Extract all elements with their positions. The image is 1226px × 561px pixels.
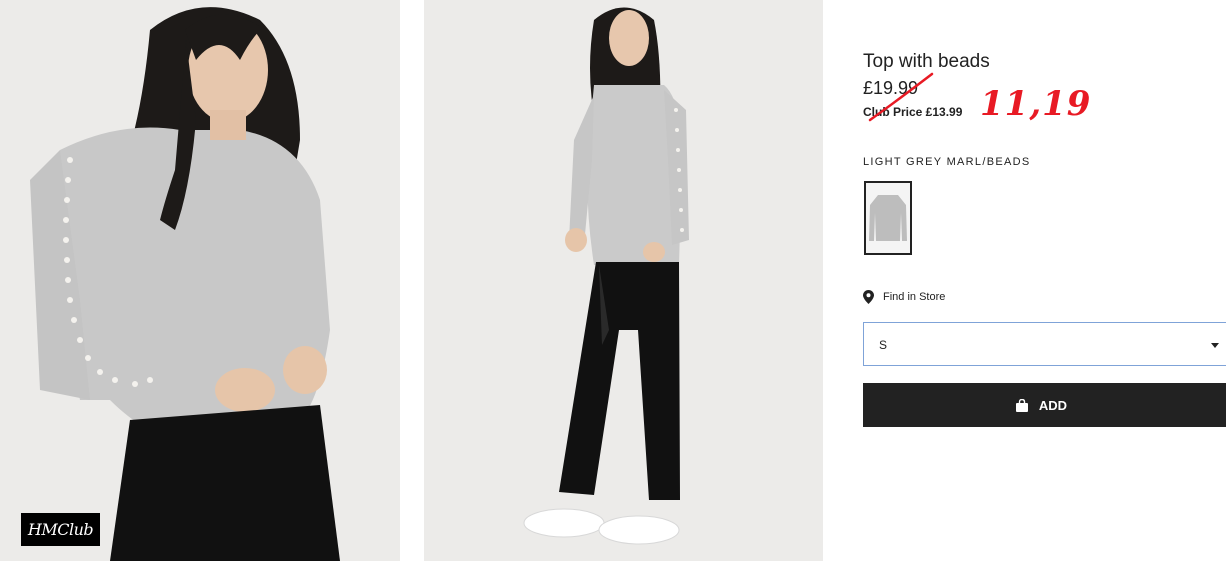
product-image-fullbody[interactable] xyxy=(424,0,823,561)
product-image-front[interactable]: HMClub xyxy=(0,0,400,561)
product-price: £19.99 xyxy=(863,78,919,98)
club-price: Club Price £13.99 xyxy=(863,105,963,119)
add-button-label: ADD xyxy=(1038,397,1068,413)
product-title: Top with beads xyxy=(863,51,990,72)
sweater-thumbnail-icon xyxy=(866,183,910,253)
model-fullbody-illustration xyxy=(424,0,823,561)
color-swatch-light-grey[interactable] xyxy=(864,181,912,255)
location-pin-icon xyxy=(863,290,874,304)
find-in-store-label: Find in Store xyxy=(883,291,946,303)
size-select-value: S xyxy=(879,338,888,352)
hm-club-logo: HMClub xyxy=(21,513,100,546)
size-select[interactable]: S xyxy=(863,322,1226,366)
find-in-store-link[interactable]: Find in Store xyxy=(863,289,945,305)
chevron-down-icon xyxy=(1211,343,1219,348)
color-name: LIGHT GREY MARL/BEADS xyxy=(863,156,1031,168)
model-closeup-illustration xyxy=(0,0,400,561)
handwritten-price-annotation: 11,19 xyxy=(980,84,1092,124)
add-to-bag-button[interactable]: ADD xyxy=(863,383,1226,427)
shopping-bag-icon xyxy=(1015,398,1028,412)
